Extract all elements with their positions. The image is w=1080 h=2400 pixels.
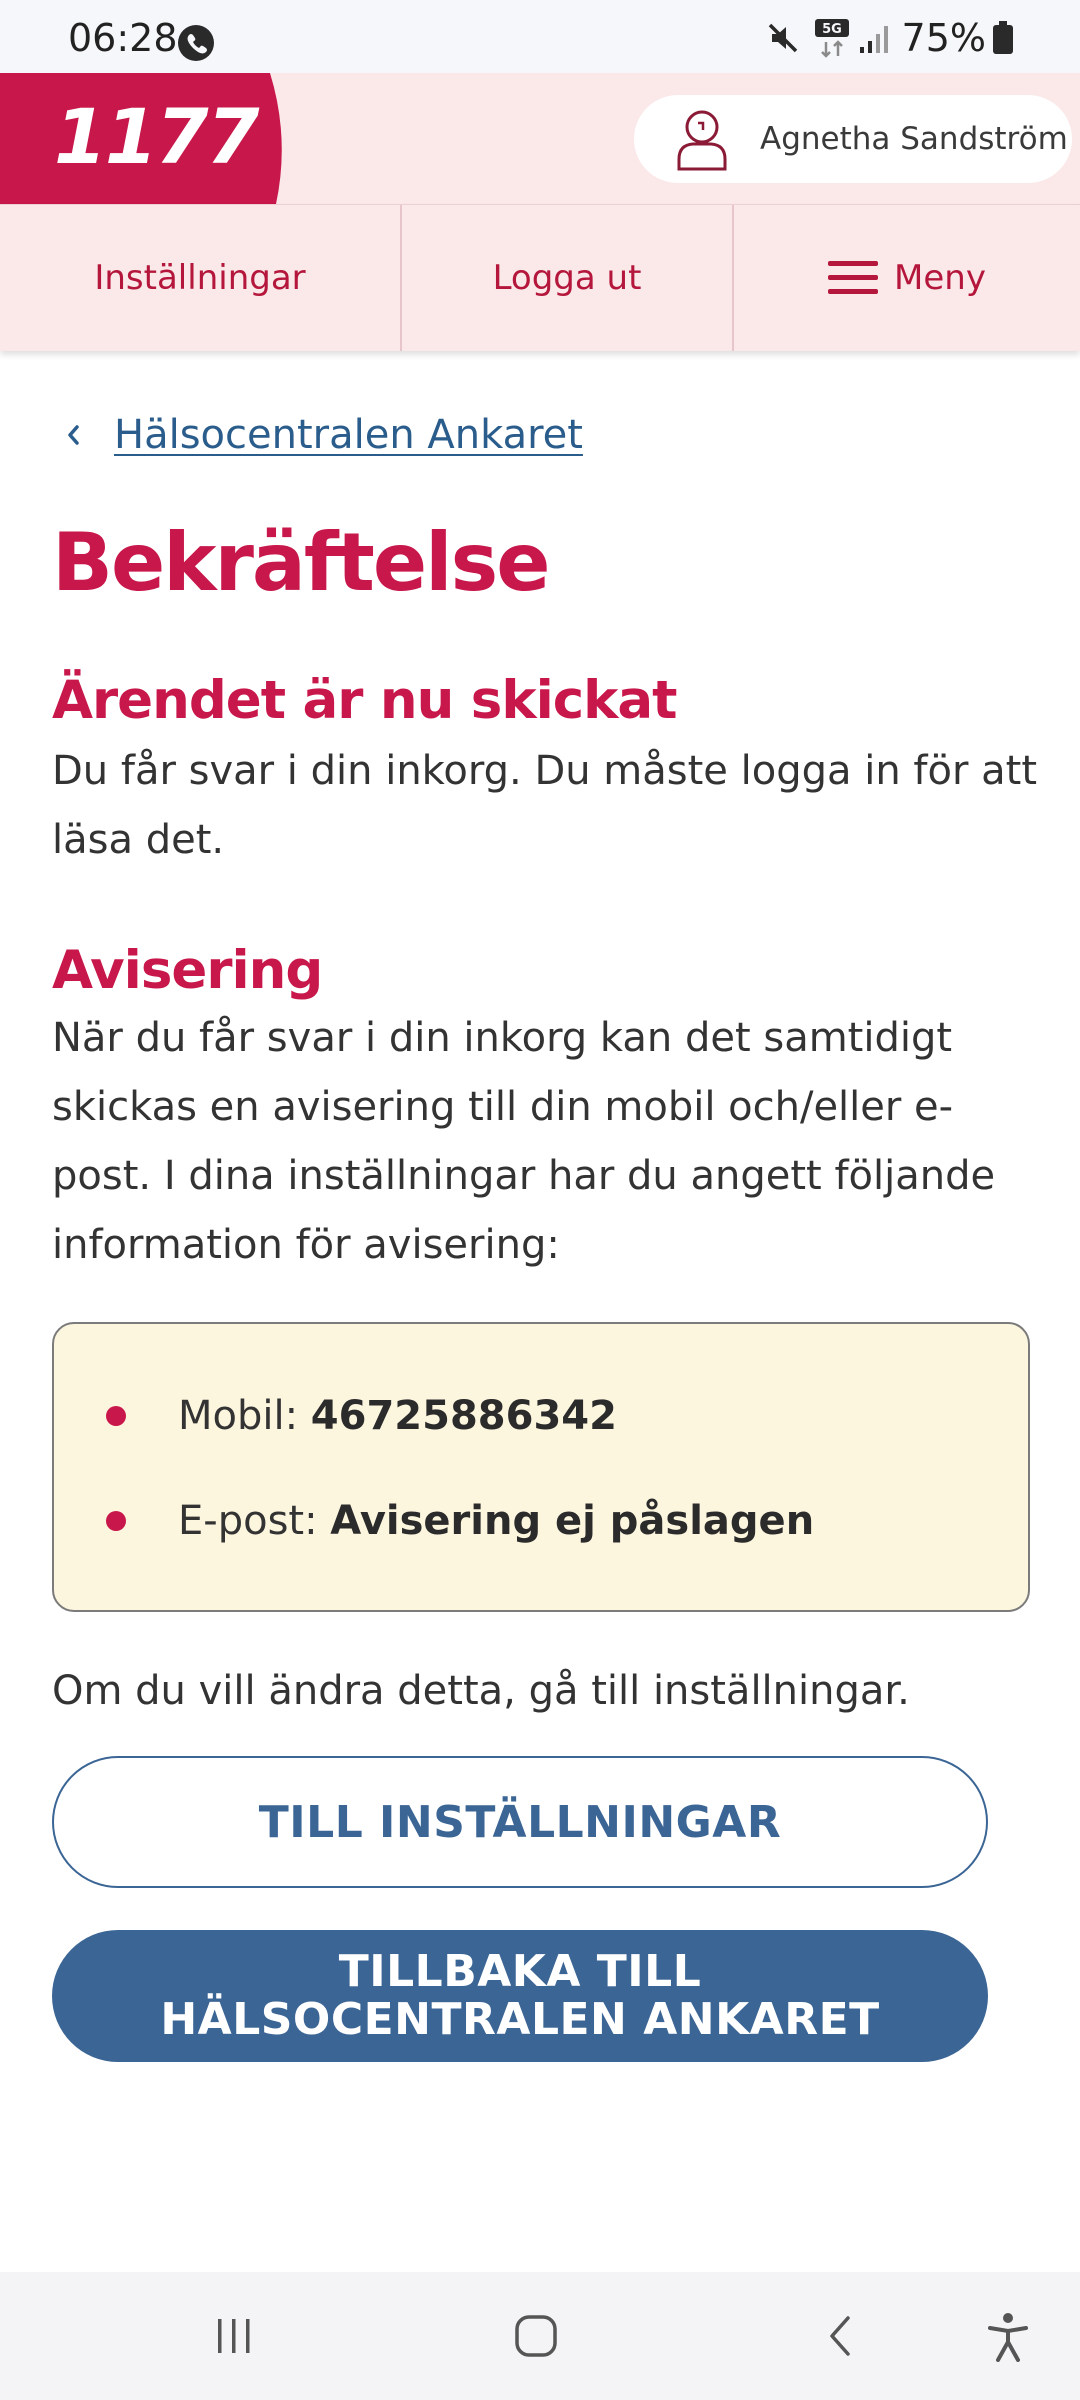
accessibility-icon[interactable]: [986, 2312, 1030, 2362]
notification-info-box: Mobil: 46725886342 E-post: Avisering ej …: [52, 1322, 1030, 1612]
sent-heading: Ärendet är nu skickat: [52, 670, 677, 731]
mobile-label: Mobil:: [178, 1393, 311, 1439]
network-label: 5G: [822, 22, 842, 37]
nav-logout[interactable]: Logga ut: [400, 205, 732, 351]
email-label: E-post:: [178, 1498, 331, 1544]
page-title: Bekräftelse: [52, 516, 550, 609]
notification-text: När du får svar i din inkorg kan det sam…: [52, 1015, 996, 1268]
sent-text: Du får svar i din inkorg. Du måste logga…: [52, 748, 1037, 863]
status-icons: 5G 75%: [764, 16, 1014, 60]
logo-text: 1177: [54, 92, 260, 181]
signal-icon: [859, 26, 888, 53]
list-item-mobile: Mobil: 46725886342: [54, 1386, 1028, 1446]
top-nav: Inställningar Logga ut Meny: [0, 204, 1080, 351]
email-info: E-post: Avisering ej påslagen: [178, 1498, 814, 1544]
user-name: Agnetha Sandström: [760, 121, 1068, 157]
breadcrumb[interactable]: Hälsocentralen Ankaret: [62, 400, 583, 470]
bullet: [106, 1511, 126, 1531]
mobile-info: Mobil: 46725886342: [178, 1393, 617, 1439]
breadcrumb-link[interactable]: Hälsocentralen Ankaret: [114, 412, 583, 458]
mute-icon: [768, 23, 797, 53]
home-icon[interactable]: [514, 2314, 558, 2358]
chevron-left-icon: [68, 425, 79, 445]
bullet: [106, 1406, 126, 1426]
mobile-value: 46725886342: [310, 1393, 617, 1439]
site-header: 1177 Agnetha Sandström: [0, 73, 1080, 204]
status-bar: 06:28 5G 75%: [0, 0, 1080, 73]
back-to-clinic-button[interactable]: TILLBAKA TILL HÄLSOCENTRALEN ANKARET: [52, 1930, 988, 2062]
system-navigation-bar: [0, 2272, 1080, 2400]
status-time: 06:28: [68, 16, 178, 60]
hamburger-icon: [828, 261, 879, 294]
change-text: Om du vill ändra detta, gå till inställn…: [52, 1668, 910, 1714]
nav-menu-label: Meny: [894, 258, 986, 298]
nav-menu-button[interactable]: Meny: [732, 205, 1080, 351]
nav-logout-label: Logga ut: [492, 258, 642, 298]
battery-icon: [993, 21, 1013, 54]
notification-heading: Avisering: [52, 940, 323, 1001]
phone-call-icon: [178, 25, 214, 61]
email-value: Avisering ej påslagen: [330, 1498, 815, 1544]
user-avatar-icon: [677, 110, 727, 171]
back-icon[interactable]: [822, 2314, 858, 2358]
nav-settings[interactable]: Inställningar: [0, 205, 400, 351]
recent-apps-icon[interactable]: [214, 2316, 254, 2356]
network-5g-icon: 5G: [814, 19, 849, 58]
list-item-email: E-post: Avisering ej påslagen: [54, 1491, 1028, 1551]
battery-percent: 75%: [901, 16, 986, 60]
user-profile-button[interactable]: Agnetha Sandström: [634, 95, 1072, 183]
nav-settings-label: Inställningar: [94, 258, 306, 298]
logo-1177[interactable]: 1177: [0, 73, 286, 204]
to-settings-button[interactable]: TILL INSTÄLLNINGAR: [52, 1756, 988, 1888]
